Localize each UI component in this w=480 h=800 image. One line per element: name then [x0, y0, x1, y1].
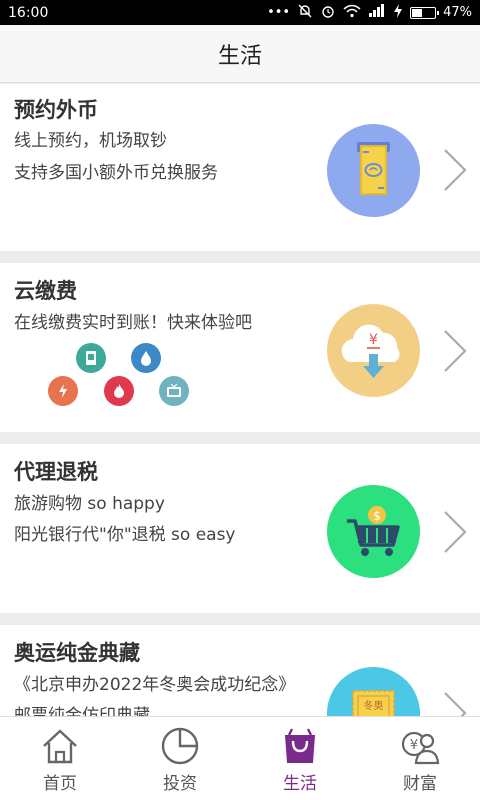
card-title: 代理退税	[14, 460, 98, 484]
water-drop-icon	[131, 343, 161, 373]
cloud-payment-icon: ¥	[327, 304, 420, 397]
home-icon	[43, 729, 77, 764]
signal-dots-icon: •••	[267, 5, 291, 20]
card-subtitle: 在线缴费实时到账！快来体验吧	[14, 313, 252, 333]
tab-label: 首页	[43, 774, 77, 794]
chevron-right-icon[interactable]	[442, 148, 468, 192]
tab-label: 生活	[283, 774, 317, 794]
status-time: 16:00	[8, 4, 49, 21]
card-title: 云缴费	[14, 279, 77, 303]
cell-signal-icon	[368, 4, 386, 21]
card-description: 支持多国小额外币兑换服务	[14, 163, 218, 183]
svg-text:$: $	[373, 509, 381, 523]
alarm-icon	[320, 3, 336, 23]
tab-life[interactable]: 生活	[240, 717, 360, 800]
card-description: 阳光银行代"你"退税 so easy	[14, 525, 236, 545]
charging-icon	[393, 3, 403, 22]
wealth-user-icon: ¥	[401, 731, 440, 765]
tv-icon	[159, 376, 189, 406]
card-foreign-currency[interactable]: 预约外币 线上预约，机场取钞 支持多国小额外币兑换服务	[0, 84, 480, 251]
stamp-label: 冬奥	[364, 699, 384, 712]
mute-bell-icon	[297, 3, 313, 23]
card-subtitle: 《北京申办2022年冬奥会成功纪念》	[14, 675, 296, 695]
flame-icon	[104, 376, 134, 406]
svg-text:¥: ¥	[410, 738, 418, 753]
card-olympic-gold[interactable]: 奥运纯金典藏 《北京申办2022年冬奥会成功纪念》 邮票纯金仿印典藏 冬奥	[0, 625, 480, 716]
battery-percent: 47%	[443, 5, 472, 20]
tab-wealth[interactable]: ¥ 财富	[360, 717, 480, 800]
chevron-right-icon[interactable]	[442, 510, 468, 554]
tab-invest[interactable]: 投资	[120, 717, 240, 800]
header: 生活	[0, 25, 480, 83]
stamp-icon: 冬奥	[327, 667, 420, 716]
service-list[interactable]: 预约外币 线上预约，机场取钞 支持多国小额外币兑换服务 云缴费 在线缴费实时到账…	[0, 84, 480, 716]
battery-icon	[410, 6, 440, 19]
tab-home[interactable]: 首页	[0, 717, 120, 800]
bottom-tab-bar: 首页 投资 生活 ¥ 财富	[0, 716, 480, 800]
shopping-cart-icon: $	[327, 485, 420, 578]
card-title: 预约外币	[14, 98, 98, 122]
battery-level	[412, 8, 423, 17]
chevron-right-icon[interactable]	[442, 691, 468, 716]
card-title: 奥运纯金典藏	[14, 641, 140, 665]
status-bar: 16:00 ••• 47%	[0, 0, 480, 25]
pie-chart-icon	[161, 727, 199, 765]
card-cloud-payment[interactable]: 云缴费 在线缴费实时到账！快来体验吧 ¥	[0, 263, 480, 432]
phone-card-icon	[76, 343, 106, 373]
shopping-bag-icon	[285, 728, 315, 763]
card-description: 邮票纯金仿印典藏	[14, 706, 150, 716]
tab-label: 财富	[403, 774, 437, 794]
card-subtitle: 线上预约，机场取钞	[14, 131, 167, 151]
lightning-icon	[48, 376, 78, 406]
chevron-right-icon[interactable]	[442, 329, 468, 373]
card-subtitle: 旅游购物 so happy	[14, 494, 165, 514]
card-tax-refund[interactable]: 代理退税 旅游购物 so happy 阳光银行代"你"退税 so easy $	[0, 444, 480, 613]
status-icons: ••• 47%	[267, 3, 472, 23]
tab-label: 投资	[163, 774, 197, 794]
currency-note-icon	[327, 124, 420, 217]
page-title: 生活	[217, 43, 262, 69]
svg-text:¥: ¥	[369, 332, 378, 348]
wifi-icon	[343, 4, 361, 22]
